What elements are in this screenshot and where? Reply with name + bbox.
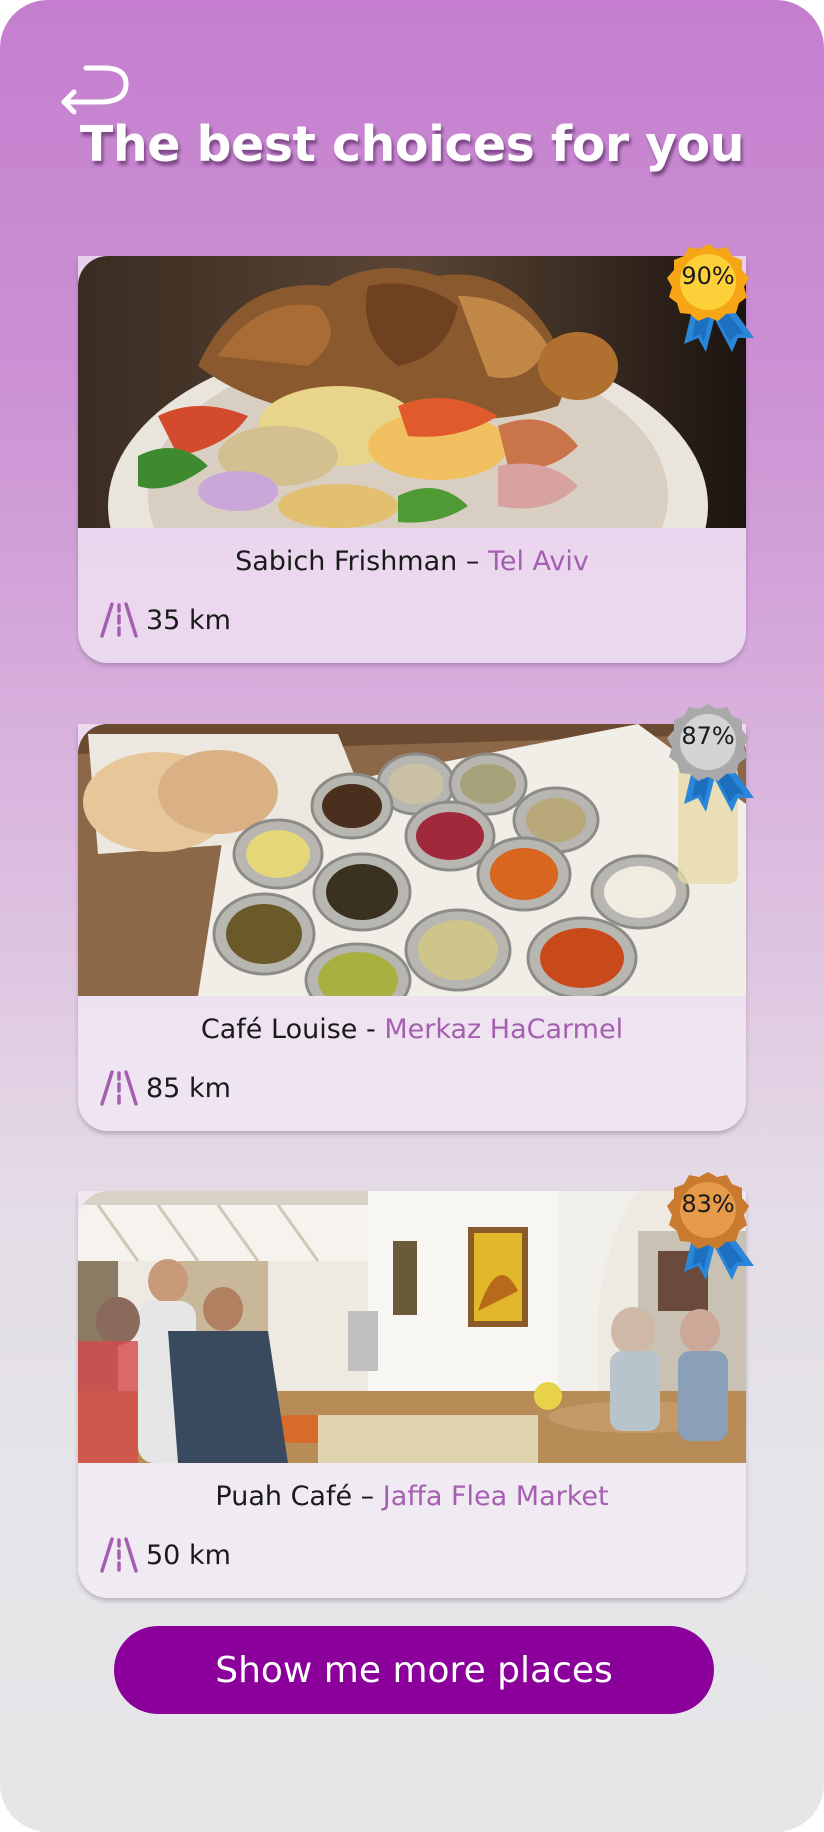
place-title: Café Louise [200, 1014, 358, 1045]
road-icon [100, 602, 138, 638]
show-more-button[interactable]: Show me more places [114, 1626, 714, 1714]
match-percent: 90% [681, 262, 735, 290]
place-location: Jaffa Flea Market [382, 1481, 609, 1512]
place-name: Puah Café – Jaffa Flea Market [78, 1481, 746, 1512]
distance-row: 50 km [100, 1537, 231, 1573]
sabich-plate-photo [78, 256, 746, 528]
place-separator: - [357, 1014, 385, 1045]
match-percent: 87% [681, 722, 735, 750]
app-screen: The best choices for you Sabich Frishman… [0, 0, 824, 1832]
mezze-salads-photo [78, 724, 746, 996]
place-card-cafe-louise[interactable]: Café Louise - Merkaz HaCarmel 85 km [78, 724, 746, 1131]
bronze-badge-icon: 83% [666, 1170, 762, 1290]
place-card-sabich[interactable]: Sabich Frishman – Tel Aviv 35 km [78, 256, 746, 663]
distance-value: 35 km [146, 604, 231, 636]
place-location: Merkaz HaCarmel [384, 1014, 624, 1045]
distance-value: 85 km [146, 1072, 231, 1104]
distance-value: 50 km [146, 1539, 231, 1571]
distance-row: 35 km [100, 602, 231, 638]
match-percent: 83% [681, 1190, 735, 1218]
place-title: Sabich Frishman [235, 546, 458, 577]
place-name: Sabich Frishman – Tel Aviv [78, 546, 746, 577]
road-icon [100, 1537, 138, 1573]
page-title: The best choices for you [79, 116, 745, 173]
gold-badge-icon: 90% [666, 242, 762, 362]
place-location: Tel Aviv [487, 546, 589, 577]
cafe-interior-photo [78, 1191, 746, 1463]
place-title: Puah Café [215, 1481, 353, 1512]
silver-badge-icon: 87% [666, 702, 762, 822]
road-icon [100, 1070, 138, 1106]
place-name: Café Louise - Merkaz HaCarmel [78, 1014, 746, 1045]
place-separator: – [352, 1481, 383, 1512]
place-separator: – [457, 546, 488, 577]
place-card-puah-cafe[interactable]: Puah Café – Jaffa Flea Market 50 km [78, 1191, 746, 1598]
distance-row: 85 km [100, 1070, 231, 1106]
